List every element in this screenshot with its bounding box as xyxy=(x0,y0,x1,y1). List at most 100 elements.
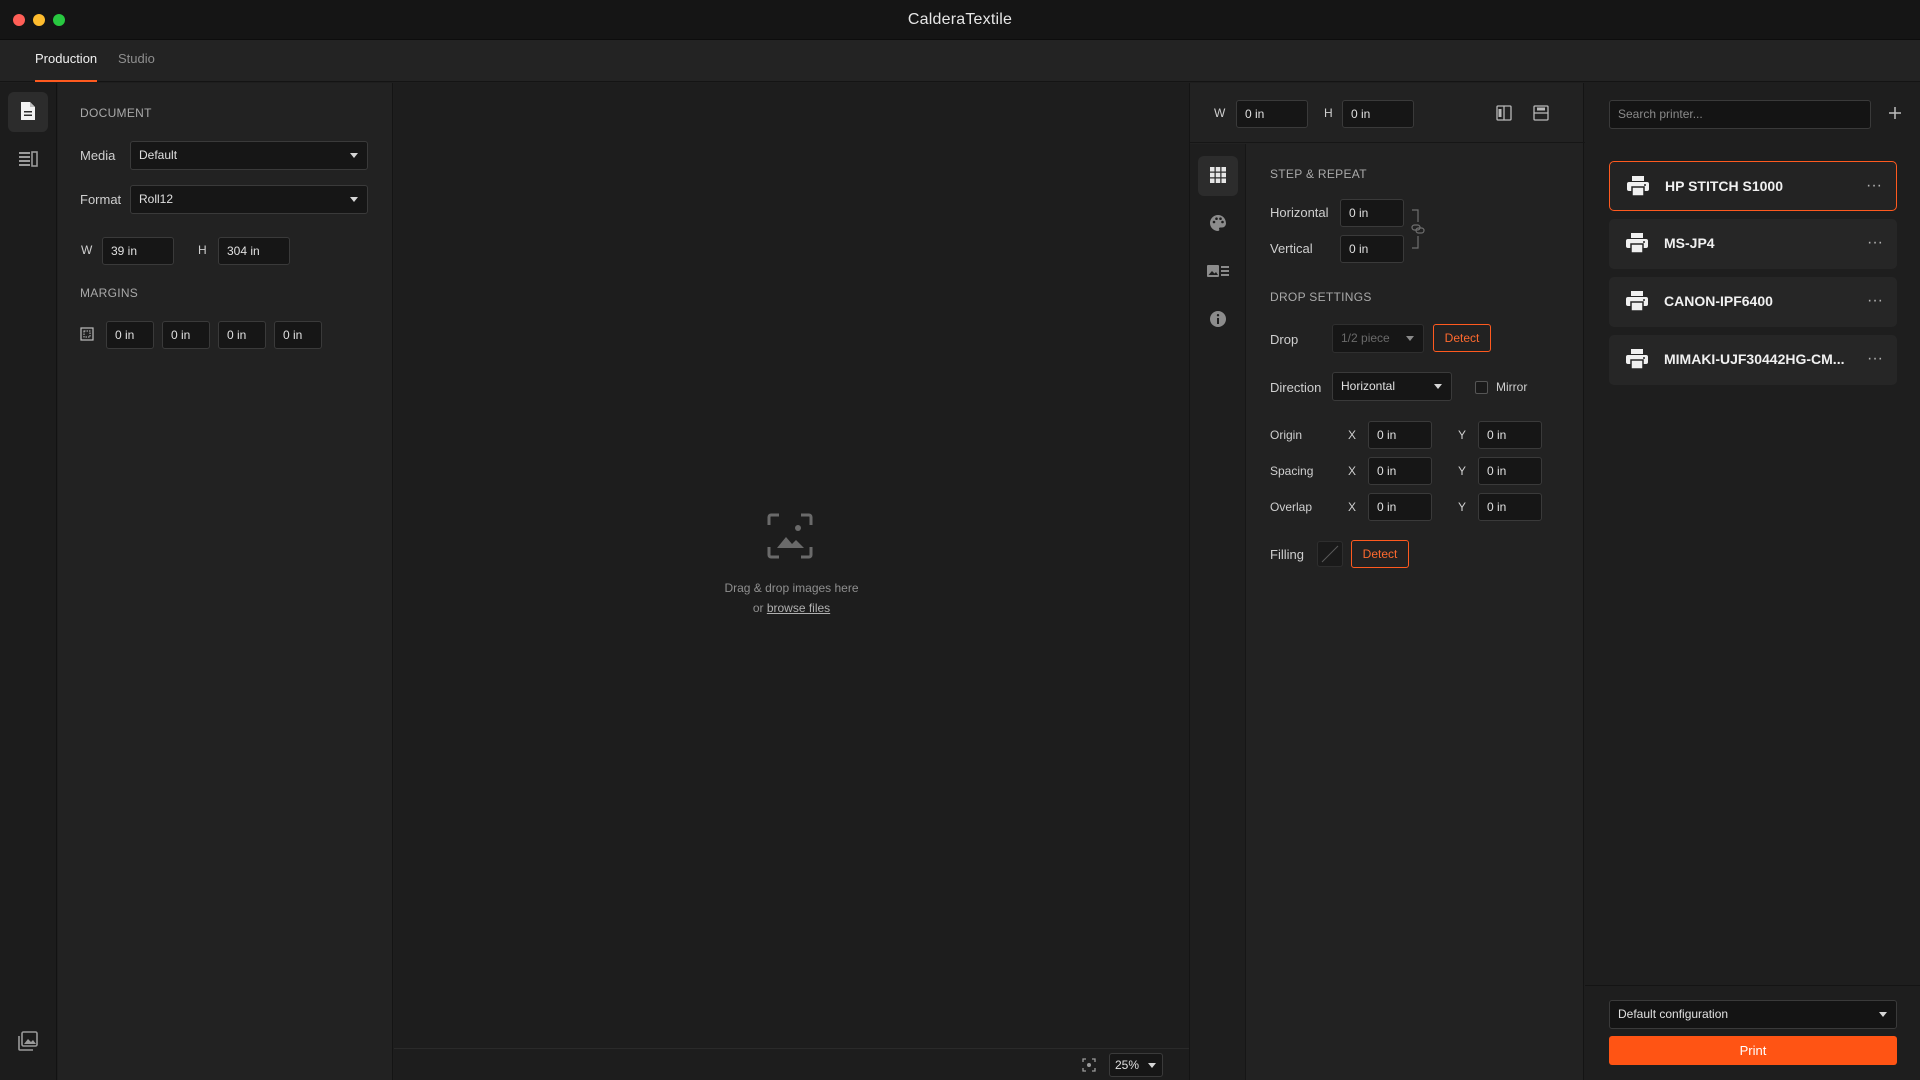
layout-settings-panel: W 0 in H 0 in STEP & REPEAT Horizontal 0… xyxy=(1189,83,1585,1080)
format-label: Format xyxy=(80,192,122,207)
printer-search-input[interactable]: Search printer... xyxy=(1609,100,1871,129)
chevron-down-icon xyxy=(1879,1012,1887,1017)
job-list-nav-button[interactable] xyxy=(8,140,48,180)
direction-select-value: Horizontal xyxy=(1341,379,1396,393)
margins-section-title: MARGINS xyxy=(80,286,139,300)
drop-settings-title: DROP SETTINGS xyxy=(1270,290,1372,304)
selection-width-input[interactable]: 0 in xyxy=(1236,100,1308,128)
fit-to-screen-icon[interactable] xyxy=(1082,1058,1096,1075)
format-select-value: Roll12 xyxy=(139,192,174,206)
color-nav-button[interactable] xyxy=(1198,204,1238,244)
canvas-drop-area[interactable]: Drag & drop images here or browse files xyxy=(394,83,1189,1048)
overlap-x-input[interactable]: 0 in xyxy=(1368,493,1432,521)
configuration-select[interactable]: Default configuration xyxy=(1609,1000,1897,1029)
printer-icon xyxy=(1626,233,1648,256)
list-icon xyxy=(18,150,38,170)
printer-name: MS-JP4 xyxy=(1664,235,1715,251)
margin-left-input[interactable]: 0 in xyxy=(274,321,322,349)
zoom-value: 25% xyxy=(1115,1058,1140,1072)
configuration-select-value: Default configuration xyxy=(1618,1007,1729,1021)
media-label: Media xyxy=(80,148,116,163)
printer-icon xyxy=(1626,349,1648,372)
spacing-label: Spacing xyxy=(1270,464,1314,478)
app-title: CalderaTextile xyxy=(907,11,1013,28)
left-rail xyxy=(0,83,57,1080)
drop-select[interactable]: 1/2 piece xyxy=(1332,324,1424,353)
direction-select[interactable]: Horizontal xyxy=(1332,372,1452,401)
drop-detect-button[interactable]: Detect xyxy=(1433,324,1491,352)
margin-top-input[interactable]: 0 in xyxy=(106,321,154,349)
chevron-down-icon xyxy=(350,153,358,158)
browse-files-link[interactable]: browse files xyxy=(767,601,830,615)
more-options-icon[interactable]: ··· xyxy=(1867,292,1883,310)
printer-item[interactable]: HP STITCH S1000 ··· xyxy=(1609,161,1897,211)
more-options-icon[interactable]: ··· xyxy=(1866,177,1882,195)
mirror-label: Mirror xyxy=(1496,380,1528,394)
printer-name: MIMAKI-UJF30442HG-CM... xyxy=(1664,351,1845,367)
document-width-input[interactable]: 39 in xyxy=(102,237,174,265)
overlap-y-input[interactable]: 0 in xyxy=(1478,493,1542,521)
printer-item[interactable]: MS-JP4 ··· xyxy=(1609,219,1897,269)
document-height-input[interactable]: 304 in xyxy=(218,237,290,265)
chevron-down-icon xyxy=(1406,336,1414,341)
printer-icon xyxy=(1627,176,1649,199)
drop-select-value: 1/2 piece xyxy=(1341,331,1390,345)
media-select-value: Default xyxy=(139,148,178,162)
link-icon[interactable] xyxy=(1410,209,1426,252)
gallery-nav-button[interactable] xyxy=(8,1022,48,1062)
format-select[interactable]: Roll12 xyxy=(130,185,368,214)
printer-name: CANON-IPF6400 xyxy=(1664,293,1773,309)
info-nav-button[interactable] xyxy=(1198,300,1238,340)
selection-height-input[interactable]: 0 in xyxy=(1342,100,1414,128)
printer-item[interactable]: MIMAKI-UJF30442HG-CM... ··· xyxy=(1609,335,1897,385)
vertical-step-input[interactable]: 0 in xyxy=(1340,235,1404,263)
margin-bottom-input[interactable]: 0 in xyxy=(218,321,266,349)
plus-icon[interactable] xyxy=(1888,106,1902,123)
grid-icon xyxy=(1210,166,1226,186)
selection-size-bar: W 0 in H 0 in xyxy=(1190,83,1585,143)
title-bar: CalderaTextile xyxy=(0,0,1920,40)
filling-color-swatch[interactable] xyxy=(1317,541,1343,567)
origin-x-input[interactable]: 0 in xyxy=(1368,421,1432,449)
chevron-down-icon xyxy=(350,197,358,202)
width-label: W xyxy=(81,243,93,257)
printer-panel: Search printer... HP STITCH S1000 ··· MS… xyxy=(1585,83,1920,1080)
filling-detect-button[interactable]: Detect xyxy=(1351,540,1409,568)
spacing-y-input[interactable]: 0 in xyxy=(1478,457,1542,485)
spacing-x-input[interactable]: 0 in xyxy=(1368,457,1432,485)
selection-height-label: H xyxy=(1324,106,1333,120)
flip-horizontal-icon[interactable] xyxy=(1496,105,1512,124)
document-section-title: DOCUMENT xyxy=(80,106,152,120)
image-details-icon xyxy=(1207,263,1229,282)
flip-vertical-icon[interactable] xyxy=(1533,105,1549,124)
tab-studio[interactable]: Studio xyxy=(118,40,155,82)
step-repeat-nav-button[interactable] xyxy=(1198,156,1238,196)
document-nav-button[interactable] xyxy=(8,92,48,132)
step-repeat-title: STEP & REPEAT xyxy=(1270,167,1367,181)
document-icon xyxy=(19,101,37,124)
print-button[interactable]: Print xyxy=(1609,1036,1897,1065)
palette-icon xyxy=(1209,214,1227,235)
images-icon xyxy=(18,1030,38,1054)
overlap-label: Overlap xyxy=(1270,500,1313,514)
zoom-select[interactable]: 25% xyxy=(1109,1053,1163,1077)
more-options-icon[interactable]: ··· xyxy=(1867,350,1883,368)
media-select[interactable]: Default xyxy=(130,141,368,170)
printer-item[interactable]: CANON-IPF6400 ··· xyxy=(1609,277,1897,327)
print-footer: Default configuration Print xyxy=(1585,985,1920,1080)
or-text: or xyxy=(752,601,764,615)
origin-y-input[interactable]: 0 in xyxy=(1478,421,1542,449)
horizontal-label: Horizontal xyxy=(1270,205,1329,220)
chevron-down-icon xyxy=(1148,1063,1156,1068)
margin-right-input[interactable]: 0 in xyxy=(162,321,210,349)
spacing-x-label: X xyxy=(1348,464,1357,478)
horizontal-step-input[interactable]: 0 in xyxy=(1340,199,1404,227)
image-settings-nav-button[interactable] xyxy=(1198,252,1238,292)
vertical-label: Vertical xyxy=(1270,241,1313,256)
image-placeholder-icon xyxy=(767,513,813,562)
more-options-icon[interactable]: ··· xyxy=(1867,234,1883,252)
printer-name: HP STITCH S1000 xyxy=(1665,178,1784,194)
tab-production[interactable]: Production xyxy=(35,40,98,82)
mirror-checkbox[interactable] xyxy=(1475,381,1488,394)
margins-icon xyxy=(80,327,94,344)
